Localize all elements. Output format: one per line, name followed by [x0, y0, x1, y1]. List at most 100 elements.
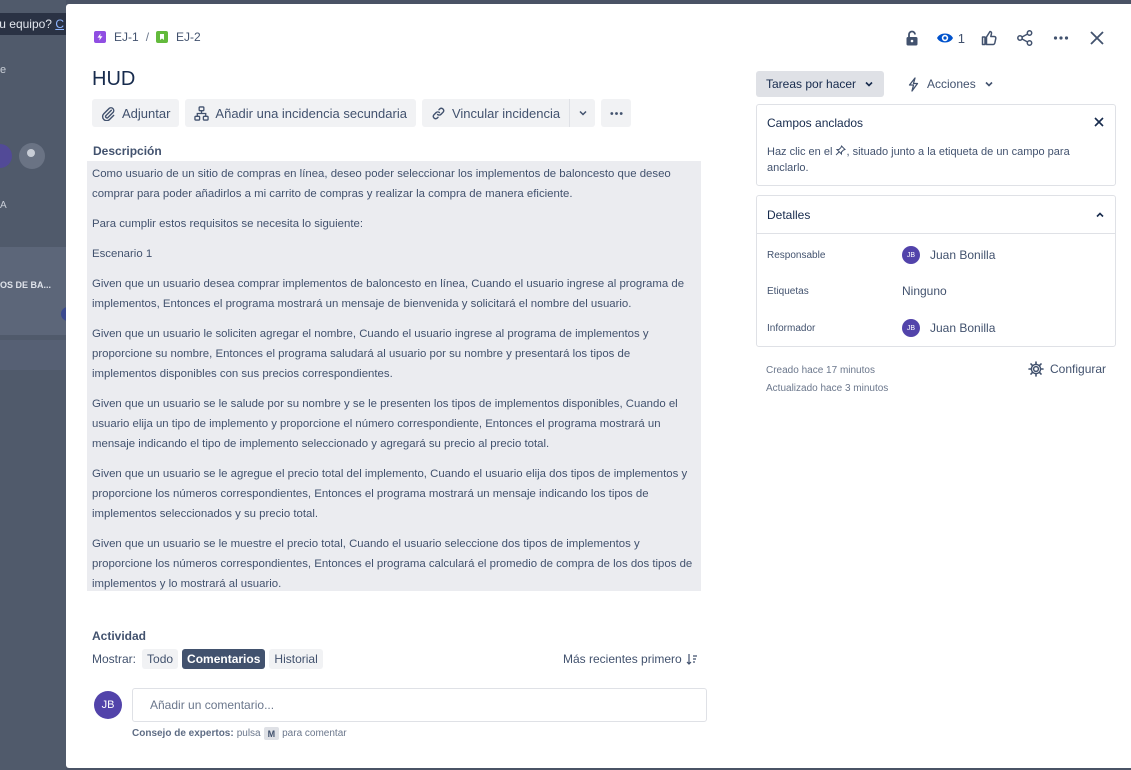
pinned-fields-panel: Campos anclados Haz clic en el , situado…: [756, 104, 1116, 186]
activity-filters: Mostrar: Todo Comentarios Historial: [92, 649, 327, 669]
background-board: tu equipo? C e A OS DE BA...: [0, 0, 66, 770]
status-label: Tareas por hacer: [766, 77, 857, 91]
sort-label: Más recientes primero: [563, 652, 682, 666]
share-button[interactable]: [1013, 26, 1037, 50]
description-label: Descripción: [93, 144, 162, 158]
pro-tip-text-after: para comentar: [282, 728, 347, 739]
details-panel: Detalles Responsable JB Juan Bonilla Eti…: [756, 195, 1116, 347]
background-avatar: [0, 144, 12, 168]
field-value[interactable]: JB Juan Bonilla: [902, 246, 995, 264]
add-child-issue-label: Añadir una incidencia secundaria: [215, 105, 407, 121]
lightning-icon: [908, 76, 919, 92]
link-issue-button[interactable]: Vincular incidencia: [422, 99, 569, 127]
story-icon: [156, 31, 169, 43]
comment-input[interactable]: Añadir un comentario...: [132, 688, 707, 722]
description-editor[interactable]: Como usuario de un sitio de compras en l…: [87, 161, 701, 591]
background-add-person-icon: [19, 143, 45, 169]
hierarchy-icon: [194, 105, 210, 121]
breadcrumb: EJ-1 / EJ-2: [94, 30, 201, 44]
close-button[interactable]: [1085, 26, 1109, 50]
actions-label: Acciones: [927, 77, 976, 91]
field-value[interactable]: Ninguno: [902, 284, 947, 298]
attach-label: Adjuntar: [122, 105, 171, 121]
status-dropdown[interactable]: Tareas por hacer: [756, 71, 885, 97]
keyboard-key: M: [263, 727, 280, 740]
field-label: Etiquetas: [767, 285, 809, 297]
epic-icon: [94, 31, 106, 43]
description-paragraph: Given que un usuario desea comprar imple…: [92, 278, 685, 310]
filter-comments[interactable]: Comentarios: [182, 649, 266, 669]
top-actions: 1: [888, 26, 1109, 50]
description-paragraph: Given que un usuario se le muestre el pr…: [92, 538, 693, 590]
reporter-name: Juan Bonilla: [930, 321, 996, 335]
field-value[interactable]: JB Juan Bonilla: [902, 319, 995, 337]
link-icon: [432, 107, 445, 119]
avatar: JB: [902, 246, 920, 264]
sort-icon: [686, 654, 697, 665]
eye-icon: [936, 33, 953, 43]
link-issue-label: Vincular incidencia: [451, 105, 561, 121]
chevron-up-icon: [1096, 211, 1104, 217]
pin-icon: [836, 145, 847, 156]
sort-button[interactable]: Más recientes primero: [563, 652, 698, 666]
timestamps: Creado hace 17 minutos Actualizado hace …: [766, 362, 888, 398]
paperclip-icon: [101, 106, 115, 121]
chevron-down-icon: [579, 110, 587, 116]
background-side-letter: e: [0, 64, 7, 76]
field-assignee: Responsable JB Juan Bonilla: [767, 246, 1107, 264]
watch-count: 1: [957, 30, 965, 46]
vote-button[interactable]: [977, 26, 1001, 50]
background-team-prompt: tu equipo?: [0, 17, 52, 31]
attach-button[interactable]: Adjuntar: [92, 99, 180, 127]
unlock-icon: [906, 30, 918, 46]
filter-all[interactable]: Todo: [142, 649, 179, 669]
avatar: JB: [902, 319, 920, 337]
close-icon: [1090, 31, 1104, 45]
toolbar-more-button[interactable]: [601, 99, 632, 127]
actions-dropdown[interactable]: Acciones: [900, 71, 1000, 97]
issue-modal: EJ-1 / EJ-2 1 HUD Adjuntar Añadir una in…: [66, 4, 1131, 768]
configure-label: Configurar: [1050, 362, 1107, 376]
background-column-letter: A: [0, 200, 7, 211]
close-icon[interactable]: [1093, 116, 1105, 128]
link-issue-dropdown[interactable]: [569, 99, 595, 127]
restrictions-button[interactable]: [900, 26, 924, 50]
field-label: Responsable: [767, 249, 826, 261]
thumbs-up-icon: [981, 30, 997, 46]
more-icon: [610, 111, 623, 115]
link-issue-group: Vincular incidencia: [421, 99, 596, 127]
details-header[interactable]: Detalles: [757, 196, 1115, 234]
pinned-fields-text: Haz clic en el , situado junto a la etiq…: [767, 144, 1097, 176]
watch-button[interactable]: 1: [936, 26, 965, 50]
assignee-name: Juan Bonilla: [930, 248, 996, 262]
chevron-down-icon: [865, 81, 873, 87]
add-child-issue-button[interactable]: Añadir una incidencia secundaria: [185, 99, 416, 127]
pro-tip-text: pulsa: [236, 728, 261, 739]
breadcrumb-issue-link[interactable]: EJ-2: [176, 30, 201, 44]
details-title: Detalles: [767, 207, 811, 222]
more-icon: [1053, 36, 1069, 40]
configure-button[interactable]: Configurar: [1028, 361, 1106, 377]
field-labels: Etiquetas Ninguno: [767, 284, 1107, 298]
updated-time: Actualizado hace 3 minutos: [766, 383, 889, 394]
breadcrumb-parent-link[interactable]: EJ-1: [114, 30, 139, 44]
filter-history[interactable]: Historial: [269, 649, 323, 669]
field-label: Informador: [767, 322, 816, 334]
background-team-link: C: [55, 17, 64, 31]
pinned-text-before: Haz clic en el: [767, 146, 833, 158]
description-paragraph: Como usuario de un sitio de compras en l…: [92, 168, 671, 200]
gear-icon: [1028, 361, 1044, 377]
breadcrumb-separator: /: [145, 30, 150, 44]
issue-title[interactable]: HUD: [92, 68, 135, 91]
background-card: OS DE BA...: [0, 247, 66, 335]
description-paragraph: Given que un usuario se le agregue el pr…: [92, 468, 688, 520]
description-paragraph: Given que un usuario se le salude por su…: [92, 398, 678, 450]
avatar: JB: [94, 691, 122, 719]
activity-label: Actividad: [92, 629, 147, 643]
pinned-fields-title: Campos anclados: [767, 116, 864, 130]
pro-tip-label: Consejo de expertos:: [132, 728, 234, 739]
background-card-text: OS DE BA...: [0, 280, 52, 290]
activity-show-label: Mostrar:: [92, 652, 137, 666]
background-topbar: tu equipo? C: [0, 13, 66, 35]
more-actions-button[interactable]: [1049, 26, 1073, 50]
